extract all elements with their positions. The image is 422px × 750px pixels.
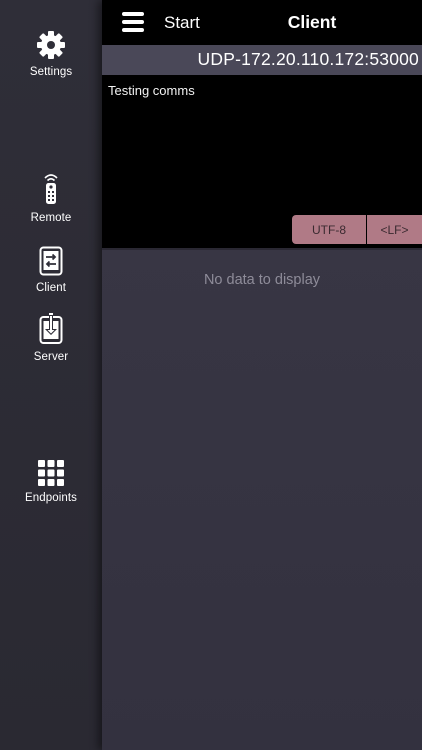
endpoint-bar: UDP-172.20.110.172:53000	[102, 45, 422, 75]
sidebar-item-label: Remote	[30, 212, 72, 224]
server-download-icon	[39, 313, 63, 344]
sidebar-item-remote[interactable]: Remote	[0, 172, 102, 224]
sidebar-item-label: Endpoints	[24, 492, 78, 504]
client-transfer-icon	[39, 246, 63, 276]
sidebar-item-client[interactable]: Client	[0, 246, 102, 294]
encoding-button[interactable]: UTF-8	[292, 215, 366, 244]
sidebar-item-label: Server	[33, 351, 69, 363]
grid-icon	[38, 460, 64, 486]
gear-icon	[37, 31, 65, 59]
endpoint-address: UDP-172.20.110.172:53000	[197, 49, 419, 69]
sidebar: Settings Remote Client Server Endpoints	[0, 0, 102, 750]
input-options: UTF-8 <LF>	[292, 215, 422, 244]
sidebar-item-settings[interactable]: Settings	[0, 30, 102, 78]
top-bar: Start Client	[102, 0, 422, 45]
divider	[102, 248, 422, 250]
sidebar-item-label: Client	[35, 282, 66, 294]
remote-control-icon	[44, 174, 58, 204]
hamburger-menu-icon[interactable]	[122, 12, 144, 32]
sidebar-item-endpoints[interactable]: Endpoints	[0, 460, 102, 504]
message-input-area[interactable]: Testing comms UTF-8 <LF>	[102, 75, 422, 248]
sidebar-item-label: Settings	[29, 66, 73, 78]
empty-state-message: No data to display	[203, 272, 321, 288]
page-title: Client	[287, 12, 337, 32]
main-panel: Start Client UDP-172.20.110.172:53000 Te…	[102, 0, 422, 750]
start-button[interactable]: Start	[164, 13, 200, 33]
sidebar-item-server[interactable]: Server	[0, 313, 102, 363]
line-ending-button[interactable]: <LF>	[367, 215, 422, 244]
message-input-text[interactable]: Testing comms	[108, 83, 195, 98]
